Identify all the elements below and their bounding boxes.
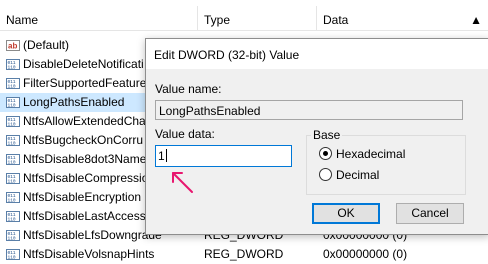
hexadecimal-radio[interactable] [319,147,332,160]
svg-text:110: 110 [8,160,16,166]
svg-text:110: 110 [8,122,16,128]
value-name-cell: NtfsAllowExtendedCha [23,114,146,128]
binary-value-icon: 011 110 [6,97,20,109]
edit-dword-dialog: Edit DWORD (32-bit) Value Value name: Lo… [145,38,488,235]
value-name-cell: NtfsDisableEncryption [23,190,142,204]
column-header-type[interactable]: Type [204,13,230,27]
value-name-label: Value name: [155,82,222,96]
pink-arrow-annotation [172,172,193,193]
value-type-cell: REG_DWORD [204,247,284,261]
svg-text:110: 110 [8,141,16,147]
radio-selected-dot [323,151,328,156]
dialog-titlebar[interactable]: Edit DWORD (32-bit) Value [146,39,488,69]
binary-value-icon: 011 110 [6,173,20,185]
svg-text:110: 110 [8,217,16,223]
column-divider[interactable] [316,6,317,30]
value-name-text: LongPathsEnabled [159,104,261,118]
binary-value-icon: 011 110 [6,230,20,242]
svg-text:110: 110 [8,103,16,109]
binary-value-icon: 011 110 [6,154,20,166]
ok-button[interactable]: OK [312,203,380,224]
decimal-label[interactable]: Decimal [336,168,379,182]
column-divider[interactable] [197,6,198,30]
svg-text:ab: ab [8,42,17,51]
value-name-cell: DisableDeleteNotificati [23,57,144,71]
binary-value-icon: 011 110 [6,211,20,223]
binary-value-icon: 011 110 [6,135,20,147]
value-name-cell: LongPathsEnabled [23,95,125,109]
scroll-up-icon[interactable]: ▲ [470,13,482,27]
svg-text:110: 110 [8,179,16,185]
value-name-cell: (Default) [23,38,70,52]
value-name-field: LongPathsEnabled [155,100,463,120]
value-data-input[interactable]: 1 [155,145,292,167]
value-data-cell: 0x00000000 (0) [323,247,408,261]
value-name-cell: NtfsDisable8dot3Name [23,152,147,166]
value-name-cell: FilterSupportedFeature [23,76,147,90]
base-groupbox [306,135,466,195]
value-data-text: 1 [158,149,165,163]
dialog-title: Edit DWORD (32-bit) Value [154,48,300,62]
binary-value-icon: 011 110 [6,78,20,90]
svg-text:110: 110 [8,65,16,71]
value-name-cell: NtfsDisableVolsnapHints [23,247,155,261]
base-group-label: Base [311,128,343,142]
svg-text:110: 110 [8,236,16,242]
column-header-data[interactable]: Data [323,13,348,27]
value-data-label: Value data: [155,127,215,141]
cancel-button-label: Cancel [411,206,449,220]
svg-text:110: 110 [8,84,16,90]
svg-text:110: 110 [8,198,16,204]
hexadecimal-label[interactable]: Hexadecimal [336,147,405,161]
binary-value-icon: 011 110 [6,116,20,128]
cancel-button[interactable]: Cancel [396,203,464,224]
value-name-cell: NtfsDisableLfsDowngrade [23,228,162,242]
column-header-name[interactable]: Name [6,13,38,27]
value-name-cell: NtfsDisableLastAccessU [23,209,155,223]
decimal-radio[interactable] [319,168,332,181]
binary-value-icon: 011 110 [6,59,20,71]
text-caret [165,149,167,162]
value-name-cell: NtfsDisableCompressio [23,171,149,185]
string-value-icon: ab [6,40,20,51]
ok-button-label: OK [337,206,355,220]
binary-value-icon: 011 110 [6,192,20,204]
value-name-cell: NtfsBugcheckOnCorru [23,133,144,147]
list-header: Name Type Data ▲ [0,0,488,31]
svg-text:110: 110 [8,255,16,261]
